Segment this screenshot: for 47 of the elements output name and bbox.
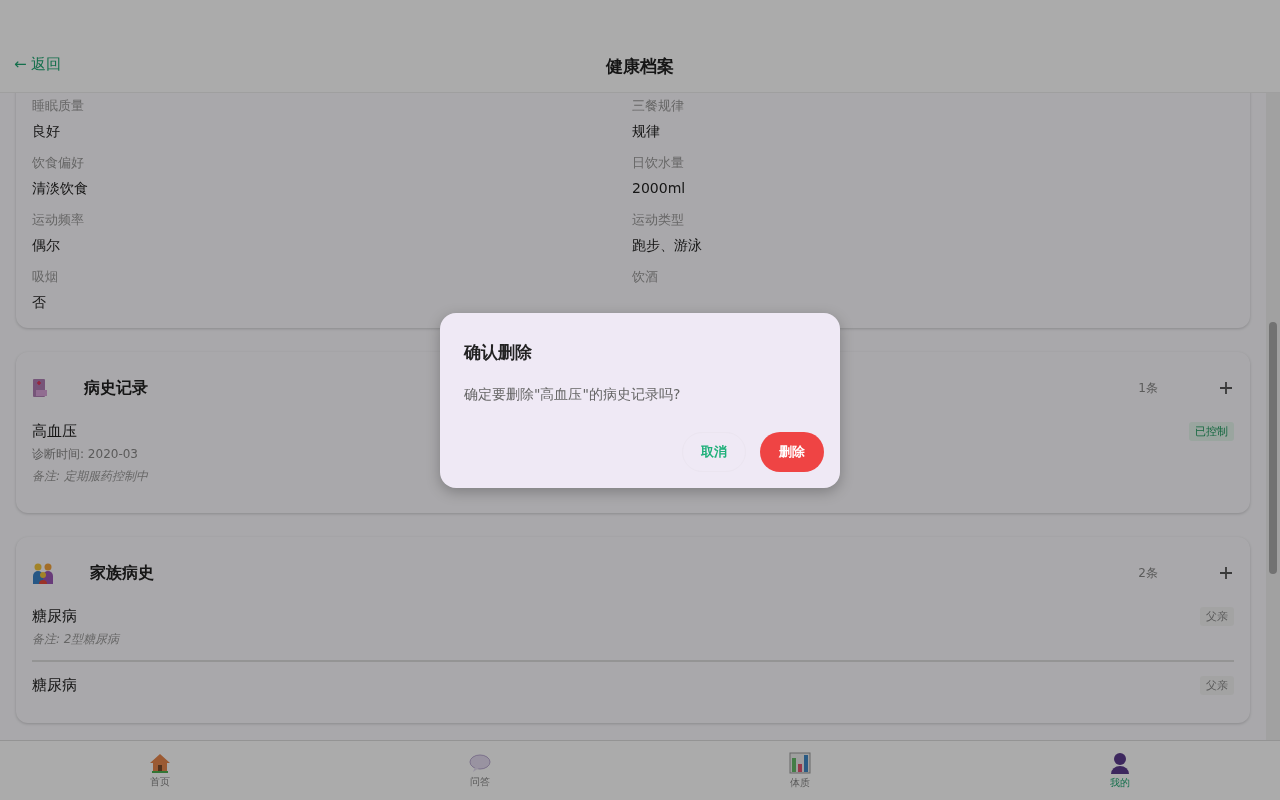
record-count: 1条 <box>1138 379 1158 397</box>
relation-tag: 父亲 <box>1200 676 1234 695</box>
field-label: 睡眠质量 <box>32 97 85 115</box>
field-label: 吸烟 <box>32 268 59 286</box>
add-button[interactable] <box>1218 380 1234 396</box>
field-value: 否 <box>32 293 47 312</box>
record-note: 备注: 定期服药控制中 <box>32 468 148 485</box>
card-title: 病史记录 <box>84 377 148 399</box>
field-label: 运动频率 <box>32 211 85 229</box>
medical-record-icon <box>32 378 48 398</box>
scrollbar[interactable] <box>1266 93 1280 740</box>
field-value: 良好 <box>32 122 61 141</box>
diagnosis-date: 诊断时间: 2020-03 <box>32 446 139 463</box>
field-label: 运动类型 <box>632 211 685 229</box>
family-icon <box>32 562 54 584</box>
nav-tab[interactable]: 体质 <box>640 741 960 800</box>
nav-tab[interactable]: 问答 <box>320 741 640 800</box>
field-value: 规律 <box>632 122 661 141</box>
field-label: 饮酒 <box>632 268 659 286</box>
field-value: 2000ml <box>632 179 687 198</box>
field-value: 跑步、游泳 <box>632 236 703 255</box>
condition-name: 糖尿病 <box>32 676 77 695</box>
field-value: 清淡饮食 <box>32 179 89 198</box>
delete-button[interactable]: 删除 <box>760 431 824 472</box>
nav-tab[interactable]: 我的 <box>960 741 1280 800</box>
dialog-title: 确认删除 <box>464 340 533 364</box>
nav-tab[interactable]: 首页 <box>0 741 320 800</box>
back-link[interactable]: ← 返回 <box>14 55 62 74</box>
record-note: 备注: 2型糖尿病 <box>32 631 120 648</box>
relation-tag: 父亲 <box>1200 607 1234 626</box>
bar-chart-icon <box>789 751 811 774</box>
add-icon <box>1218 565 1234 581</box>
field-label: 日饮水量 <box>632 154 685 172</box>
house-icon <box>149 752 171 773</box>
add-button[interactable] <box>1218 565 1234 581</box>
card-title: 家族病史 <box>90 562 154 584</box>
condition-name: 糖尿病 <box>32 607 78 626</box>
user-icon <box>1110 751 1130 774</box>
page-title: 健康档案 <box>606 54 674 78</box>
add-icon <box>1218 380 1234 396</box>
record-count: 2条 <box>1138 564 1158 582</box>
field-value: 偶尔 <box>32 236 61 255</box>
speech-bubble-icon <box>469 752 491 773</box>
dialog-message: 确定要删除"高血压"的病史记录吗? <box>464 385 682 404</box>
field-label: 饮食偏好 <box>32 154 85 172</box>
condition-name: 高血压 <box>32 422 78 441</box>
status-tag: 已控制 <box>1189 422 1234 441</box>
